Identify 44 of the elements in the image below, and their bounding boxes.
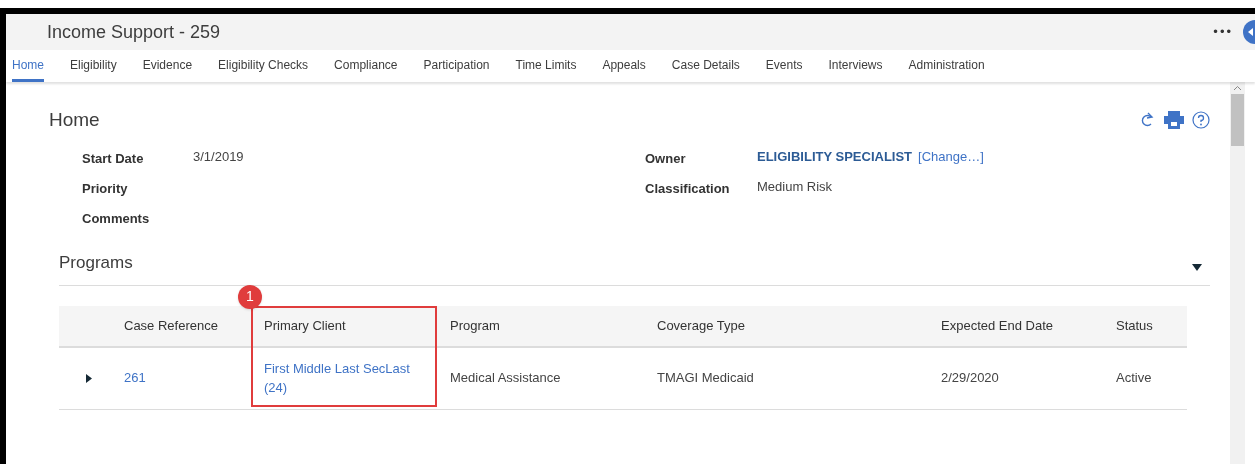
tab[interactable]: Administration <box>908 50 985 82</box>
table-link[interactable]: First Middle Last SecLast (24) <box>264 358 424 398</box>
field-label: Owner <box>645 149 687 167</box>
tab[interactable]: Compliance <box>334 50 398 82</box>
field-label: Priority <box>82 179 129 197</box>
step-badge: 1 <box>238 284 262 309</box>
tab[interactable]: Evidence <box>142 50 193 82</box>
tab[interactable]: Eligibility Checks <box>218 50 309 82</box>
field-label: Start Date <box>82 149 145 167</box>
section-title: Programs <box>59 251 133 274</box>
table-cell: Medical Assistance <box>450 370 561 386</box>
tab[interactable]: Participation <box>423 50 490 82</box>
column-header: Expected End Date <box>940 316 1055 335</box>
more-button[interactable]: ••• <box>1213 22 1233 42</box>
table-cell: TMAGI Medicaid <box>657 370 754 386</box>
table-link[interactable]: 261 <box>124 368 238 388</box>
tab[interactable]: Eligibility <box>70 50 117 82</box>
collapse-icon[interactable] <box>1192 264 1202 271</box>
case-title: Income Support - 259 <box>47 20 221 44</box>
column-header: Status <box>1115 316 1154 335</box>
scroll-thumb[interactable] <box>1231 94 1244 146</box>
column-header: Case Reference <box>123 316 219 335</box>
tab[interactable]: Appeals <box>602 50 646 82</box>
field-label: Comments <box>82 209 151 227</box>
field-label: Classification <box>645 179 731 197</box>
print-icon[interactable] <box>1164 111 1184 130</box>
expand-row-icon[interactable] <box>86 373 92 383</box>
tab[interactable]: Time Limits <box>515 50 577 82</box>
table-cell: Active <box>1116 370 1152 386</box>
change-link[interactable]: [Change…] <box>918 146 984 167</box>
field-value: Medium Risk <box>757 177 833 196</box>
tab[interactable]: Events <box>765 50 803 82</box>
column-header: Primary Client <box>263 316 347 335</box>
column-header: Program <box>449 316 501 335</box>
column-header: Coverage Type <box>656 316 746 335</box>
collapse-panel-icon[interactable] <box>1243 20 1255 44</box>
field-value: 3/1/2019 <box>193 147 244 166</box>
field-value: ELIGIBILITY SPECIALIST <box>757 147 913 166</box>
page-title: Home <box>49 108 100 132</box>
table-cell: 2/29/2020 <box>941 370 999 386</box>
tab[interactable]: Interviews <box>828 50 883 82</box>
tab[interactable]: Home <box>12 50 44 82</box>
tab[interactable]: Case Details <box>671 50 740 82</box>
help-icon[interactable] <box>1192 111 1210 130</box>
